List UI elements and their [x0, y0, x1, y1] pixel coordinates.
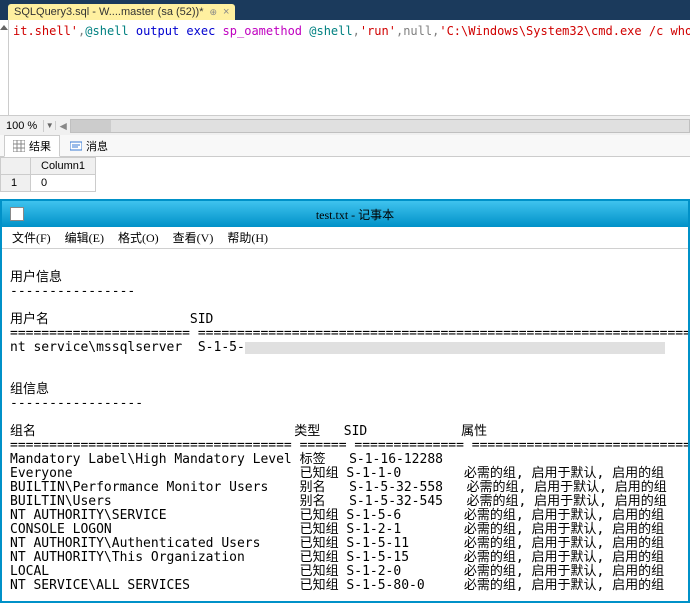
tab-messages[interactable]: 消息: [62, 136, 116, 156]
notepad-window: test.txt - 记事本 文件(F) 编辑(E) 格式(O) 查看(V) 帮…: [0, 199, 690, 603]
notepad-title-bar[interactable]: test.txt - 记事本: [2, 201, 688, 227]
sql-editor[interactable]: it.shell',@shell output exec sp_oamethod…: [0, 20, 690, 115]
editor-tab[interactable]: SQLQuery3.sql - W....master (sa (52))* ⊕…: [8, 4, 235, 20]
result-grid[interactable]: Column1 1 0: [0, 157, 690, 199]
horizontal-scrollbar[interactable]: [70, 119, 690, 133]
zoom-dropdown-icon[interactable]: ▼: [44, 121, 56, 130]
cell-value[interactable]: 0: [31, 175, 96, 192]
tok-null: null: [403, 24, 432, 38]
tok-comma: ,: [353, 24, 360, 38]
table-row[interactable]: 1 0: [1, 175, 96, 192]
redacted-sid: [245, 342, 665, 354]
notepad-menu-bar: 文件(F) 编辑(E) 格式(O) 查看(V) 帮助(H): [2, 227, 688, 249]
notepad-text: 用户信息 ---------------- 用户名 SID ==========…: [10, 270, 688, 593]
tab-results-label: 结果: [29, 138, 51, 154]
pin-icon[interactable]: ⊕: [210, 7, 218, 18]
column-header[interactable]: Column1: [31, 158, 96, 175]
results-tab-bar: 结果 消息: [0, 135, 690, 157]
tok-fn: sp_oamethod: [223, 24, 310, 38]
editor-gutter: [0, 20, 9, 115]
gutter-arrow-icon: [0, 25, 8, 30]
zoom-level[interactable]: 100 %: [0, 120, 44, 132]
notepad-body[interactable]: 用户信息 ---------------- 用户名 SID ==========…: [2, 249, 688, 601]
editor-tab-bar: SQLQuery3.sql - W....master (sa (52))* ⊕…: [0, 0, 690, 20]
grid-corner: [1, 158, 31, 175]
menu-view[interactable]: 查看(V): [167, 227, 220, 248]
close-icon[interactable]: ×: [223, 6, 229, 18]
menu-help[interactable]: 帮助(H): [221, 227, 274, 248]
row-header: 1: [1, 175, 31, 192]
menu-format[interactable]: 格式(O): [112, 227, 165, 248]
messages-icon: [70, 140, 82, 152]
tok-str: it.shell': [13, 24, 78, 38]
tok-var: @shell: [85, 24, 128, 38]
scrollbar-left-icon[interactable]: ◄: [56, 119, 70, 133]
notepad-app-icon: [10, 207, 24, 221]
scrollbar-thumb[interactable]: [71, 120, 111, 132]
menu-file[interactable]: 文件(F): [6, 227, 57, 248]
tok-str: 'run': [360, 24, 396, 38]
editor-tab-label: SQLQuery3.sql - W....master (sa (52))*: [14, 6, 204, 18]
tok-str: 'C:\Windows\System32\cmd.exe /c whoami /…: [439, 24, 690, 38]
tok-kw: exec: [186, 24, 222, 38]
menu-edit[interactable]: 编辑(E): [59, 227, 110, 248]
tok-kw: output: [129, 24, 187, 38]
tab-messages-label: 消息: [86, 138, 108, 154]
tok-var: @shell: [309, 24, 352, 38]
grid-icon: [13, 140, 25, 152]
sql-line: it.shell',@shell output exec sp_oamethod…: [9, 20, 690, 115]
zoom-bar: 100 % ▼ ◄: [0, 115, 690, 135]
tab-results[interactable]: 结果: [4, 135, 60, 157]
notepad-title: test.txt - 记事本: [30, 206, 680, 223]
